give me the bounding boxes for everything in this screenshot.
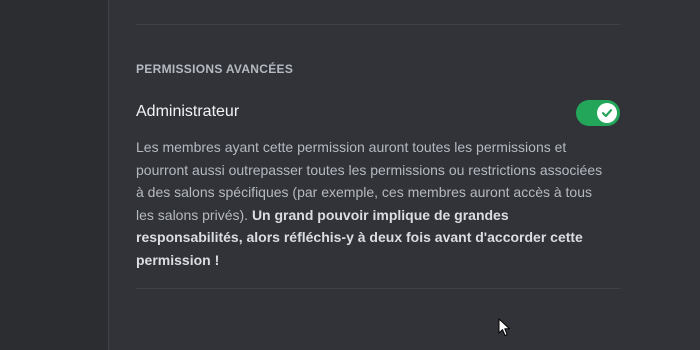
section-divider-bottom (136, 288, 620, 289)
mouse-cursor-icon (498, 318, 510, 336)
check-icon (601, 109, 613, 118)
administrator-toggle[interactable] (576, 100, 620, 126)
section-header: PERMISSIONS AVANCÉES (136, 62, 294, 76)
settings-sidebar (0, 0, 108, 350)
permission-description: Les membres ayant cette permission auron… (136, 136, 608, 271)
permission-title: Administrateur (136, 103, 240, 120)
section-divider-top (136, 24, 620, 25)
toggle-knob (597, 103, 617, 123)
sidebar-divider (108, 0, 109, 350)
